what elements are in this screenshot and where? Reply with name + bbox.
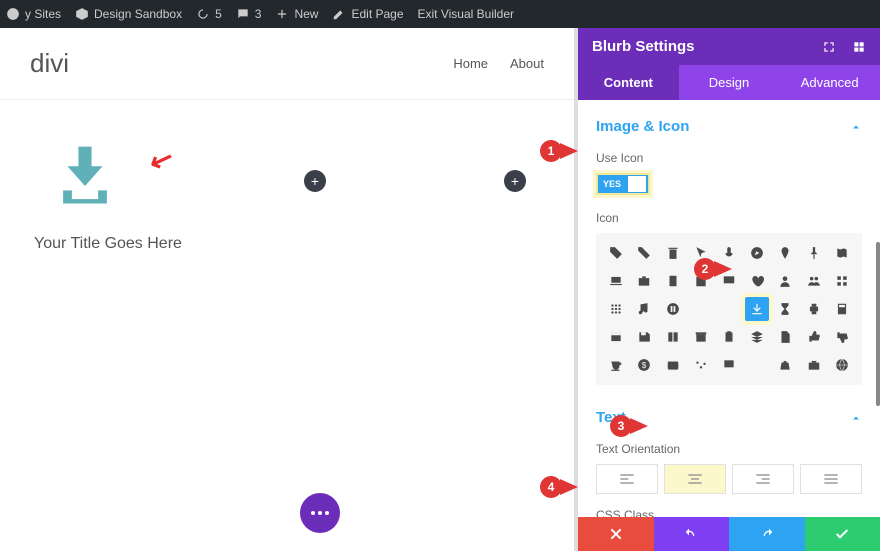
scrollbar[interactable] — [876, 242, 880, 406]
thumbs-up-icon[interactable] — [802, 325, 826, 349]
mic-icon[interactable] — [717, 241, 741, 265]
wp-admin-bar: y Sites Design Sandbox 5 3 New Edit Page… — [0, 0, 880, 28]
icon-picker: $ — [596, 233, 862, 385]
laptop-icon[interactable] — [604, 269, 628, 293]
toggle-state: YES — [598, 179, 621, 189]
map-icon[interactable] — [830, 241, 854, 265]
presentation-icon[interactable] — [717, 353, 741, 377]
grid-icon[interactable] — [852, 40, 866, 54]
blurb-title: Your Title Goes Here — [30, 235, 544, 253]
admin-edit-page[interactable]: Edit Page — [332, 7, 403, 21]
align-right-button[interactable] — [732, 464, 794, 494]
stack-icon[interactable] — [745, 325, 769, 349]
label: Edit Page — [351, 7, 403, 21]
page-settings-fab[interactable] — [300, 493, 340, 533]
admin-my-sites[interactable]: y Sites — [6, 7, 61, 21]
tablet-icon[interactable] — [660, 269, 684, 293]
section-text[interactable]: Text — [596, 403, 862, 436]
label: New — [294, 7, 318, 21]
tag-icon[interactable] — [604, 241, 628, 265]
add-module-button[interactable]: + — [304, 170, 326, 192]
admin-new[interactable]: New — [275, 7, 318, 21]
close-button[interactable] — [578, 517, 654, 551]
apps-icon[interactable] — [830, 269, 854, 293]
label: Design Sandbox — [94, 7, 182, 21]
svg-text:$: $ — [642, 361, 647, 370]
admin-comments[interactable]: 3 — [236, 7, 262, 21]
page-canvas: divi Home About Your Title Goes Here ↙ +… — [0, 28, 578, 551]
pushpin-icon[interactable] — [802, 241, 826, 265]
cup-icon[interactable] — [604, 353, 628, 377]
sliders-icon[interactable] — [689, 353, 713, 377]
hourglass-icon[interactable] — [773, 297, 797, 321]
settings-panel: Blurb Settings Content Design Advanced I… — [578, 28, 880, 551]
add-module-button[interactable]: + — [504, 170, 526, 192]
tab-design[interactable]: Design — [679, 65, 780, 100]
wallet-icon[interactable] — [660, 353, 684, 377]
save-icon[interactable] — [632, 325, 656, 349]
tab-advanced[interactable]: Advanced — [779, 65, 880, 100]
cursor-icon[interactable] — [689, 241, 713, 265]
label: 3 — [255, 7, 262, 21]
tab-content[interactable]: Content — [578, 65, 679, 100]
undo-button[interactable] — [654, 517, 730, 551]
icon-label: Icon — [596, 211, 862, 225]
thumbs-down-icon[interactable] — [830, 325, 854, 349]
download-icon — [50, 140, 120, 210]
label: Image & Icon — [596, 118, 689, 135]
archive-icon[interactable] — [689, 325, 713, 349]
toggle-knob — [628, 176, 646, 192]
nav-home[interactable]: Home — [453, 56, 488, 71]
use-icon-toggle[interactable]: YES — [596, 173, 650, 195]
save-button[interactable] — [805, 517, 880, 551]
panel-title: Blurb Settings — [592, 38, 695, 55]
tags-icon[interactable] — [632, 241, 656, 265]
admin-exit-vb[interactable]: Exit Visual Builder — [418, 7, 515, 21]
toolbox-icon[interactable] — [802, 353, 826, 377]
document-icon[interactable] — [773, 325, 797, 349]
window-icon[interactable] — [604, 325, 628, 349]
placeholder-icon[interactable] — [689, 297, 713, 321]
chart-icon[interactable] — [745, 353, 769, 377]
section-image-icon[interactable]: Image & Icon — [596, 112, 862, 145]
users-icon[interactable] — [802, 269, 826, 293]
align-left-button[interactable] — [596, 464, 658, 494]
music-icon[interactable] — [632, 297, 656, 321]
keypad-icon[interactable] — [604, 297, 628, 321]
label: Text — [596, 409, 626, 426]
site-title: divi — [30, 48, 69, 79]
text-orientation-label: Text Orientation — [596, 442, 862, 456]
dollar-icon[interactable]: $ — [632, 353, 656, 377]
redo-button[interactable] — [729, 517, 805, 551]
compass-icon[interactable] — [745, 241, 769, 265]
download-icon[interactable] — [745, 297, 769, 321]
bag-icon[interactable] — [773, 353, 797, 377]
trash-icon[interactable] — [660, 241, 684, 265]
globe-icon[interactable] — [830, 353, 854, 377]
book-icon[interactable] — [660, 325, 684, 349]
align-center-button[interactable] — [664, 464, 726, 494]
printer-icon[interactable] — [802, 297, 826, 321]
clipboard-icon[interactable] — [717, 325, 741, 349]
pin-icon[interactable] — [773, 241, 797, 265]
admin-site-link[interactable]: Design Sandbox — [75, 7, 182, 21]
heart-icon[interactable] — [745, 269, 769, 293]
expand-icon[interactable] — [822, 40, 836, 54]
label: y Sites — [25, 7, 61, 21]
chevron-up-icon — [850, 121, 862, 133]
calculator-icon[interactable] — [830, 297, 854, 321]
chevron-up-icon — [850, 412, 862, 424]
admin-updates[interactable]: 5 — [196, 7, 222, 21]
use-icon-label: Use Icon — [596, 151, 862, 165]
calendar-icon[interactable] — [689, 269, 713, 293]
user-icon[interactable] — [773, 269, 797, 293]
monitor-icon[interactable] — [717, 269, 741, 293]
align-justify-button[interactable] — [800, 464, 862, 494]
pause-icon[interactable] — [660, 297, 684, 321]
placeholder-icon[interactable] — [717, 297, 741, 321]
label: 5 — [215, 7, 222, 21]
briefcase-icon[interactable] — [632, 269, 656, 293]
label: Exit Visual Builder — [418, 7, 515, 21]
nav-about[interactable]: About — [510, 56, 544, 71]
